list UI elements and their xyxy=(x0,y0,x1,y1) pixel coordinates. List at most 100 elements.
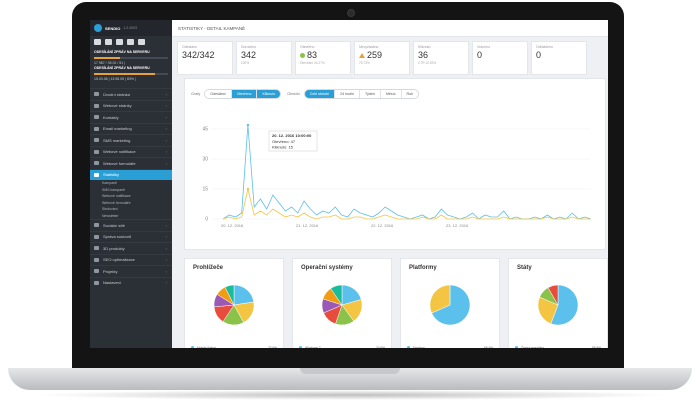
pie-chart[interactable] xyxy=(320,283,364,327)
sidebar-item[interactable]: Nastavení › xyxy=(90,276,172,289)
status-line: ODESÍLÁNÍ ZPRÁV NA SERVERU xyxy=(94,50,150,54)
legend-label-wrap: Česká republika xyxy=(515,345,544,349)
pie-chart[interactable] xyxy=(536,283,580,327)
sidebar-item[interactable]: Úvodní stránka › xyxy=(90,88,172,100)
chevron-right-icon: › xyxy=(165,91,167,97)
stats-row: Odesláno 342/342 Doručeno 342 100% Otevřeno 83… xyxy=(172,37,608,75)
pie-chart[interactable] xyxy=(428,283,472,327)
pie-chart[interactable] xyxy=(212,283,256,327)
stat-label: Kliknuto xyxy=(418,45,431,49)
sidebar-header: SENDIO 1.2.4003 xyxy=(90,20,172,36)
pie-title: Prohlížeče xyxy=(193,265,224,271)
status-line: ODESÍLÁNÍ ZPRÁV NA SERVERU xyxy=(94,66,150,70)
sidebar-item-label: SEO optimalizace xyxy=(103,257,135,263)
legend-label-wrap: Mobile Safari xyxy=(191,345,216,348)
pie-title: Operační systémy xyxy=(301,265,353,271)
sidebar-item[interactable]: Webové notifikace › xyxy=(90,145,172,158)
series-point[interactable] xyxy=(246,123,250,127)
sidebar-item-label: Sociální sítě xyxy=(103,222,125,228)
pie-title: Státy xyxy=(517,265,532,271)
sidebar-item[interactable]: Email marketing › xyxy=(90,122,172,135)
menu-icon xyxy=(94,92,99,97)
chevron-right-icon: › xyxy=(165,126,167,132)
chevron-right-icon: › xyxy=(165,160,167,166)
page-title: STATISTIKY - DETAIL KAMPANĚ xyxy=(178,25,246,31)
document-icon[interactable] xyxy=(105,39,112,45)
toggle-button[interactable]: Rok xyxy=(401,90,418,98)
sidebar-toolbar xyxy=(90,36,172,48)
toggle-button[interactable]: Kliknuto xyxy=(257,90,281,98)
menu-icon xyxy=(94,280,99,285)
campaign-line-chart[interactable]: 45 30 15 0 20. 12. 2016 21. 12. 2016 22. 12. 2… xyxy=(191,101,601,246)
sidebar-item[interactable]: Správa souborů › xyxy=(90,230,172,243)
chevron-right-icon: › xyxy=(165,245,167,251)
calendar-icon[interactable] xyxy=(94,39,101,45)
stat-sub: 100% xyxy=(241,61,250,65)
toggle-button[interactable]: Týden xyxy=(359,90,381,98)
chevron-right-icon: › xyxy=(165,268,167,274)
tooltip-date: 20. 12. 2016 10:00:00 xyxy=(272,133,312,138)
stat-number: 259 xyxy=(367,50,383,60)
period-toggle-group: Celé období 24 hodin Týden Měsíc Rok xyxy=(303,89,419,99)
sidebar-item[interactable]: SMS marketing › xyxy=(90,134,172,146)
y-tick-label: 45 xyxy=(202,127,208,133)
pie-slice[interactable] xyxy=(233,284,255,306)
legend-label: Česká republika xyxy=(521,345,544,349)
series-point[interactable] xyxy=(246,187,250,191)
status-progress xyxy=(94,57,168,59)
sidebar: SENDIO 1.2.4003 ODESÍLÁNÍ ZPRÁV NA SERVE… xyxy=(90,20,172,348)
warning-triangle-icon xyxy=(359,53,365,59)
chevron-right-icon: › xyxy=(165,114,167,120)
chat-icon[interactable] xyxy=(127,39,134,45)
sidebar-menu: Úvodní stránka › Webové stránky › Kontakty › E… xyxy=(90,88,172,288)
sidebar-item-label: Statistiky xyxy=(103,172,120,178)
toggle-button[interactable]: Odesláno xyxy=(205,90,232,98)
chevron-right-icon: › xyxy=(165,137,167,143)
stat-number: 342 xyxy=(241,50,257,60)
stat-card: Kliknuto 36 CTR 10.53% xyxy=(413,41,469,75)
toggle-button[interactable]: Otevřeno xyxy=(231,90,258,98)
stat-value: 342/342 xyxy=(182,50,228,60)
legend-label-wrap: Windows 7 xyxy=(299,345,321,348)
stat-number: 0 xyxy=(536,50,542,60)
sidebar-item[interactable]: Projekty › xyxy=(90,265,172,277)
sidebar-item[interactable]: Statistiky › xyxy=(90,168,172,180)
toggle-button[interactable]: Měsíc xyxy=(380,90,402,98)
sidebar-item[interactable]: Kontakty › xyxy=(90,111,172,123)
sidebar-item-label: Kontakty xyxy=(103,114,119,120)
opened-dot-icon xyxy=(300,53,305,59)
sidebar-item-label: Úvodní stránka xyxy=(103,91,130,97)
toggle-button[interactable]: 24 hodin xyxy=(335,90,360,98)
tooltip-clicked: Kliknuto: 15 xyxy=(272,145,294,150)
app-version: 1.2.4003 xyxy=(123,26,137,30)
stat-card: Odhlášeno 0 xyxy=(531,41,587,75)
sidebar-item-label: Email marketing xyxy=(103,126,132,132)
legend-swatch xyxy=(299,345,302,348)
brand-logo-icon[interactable] xyxy=(94,24,102,32)
toggle-button[interactable]: Celé období xyxy=(304,90,336,98)
menu-icon xyxy=(94,223,99,228)
sending-status: ODESÍLÁNÍ ZPRÁV NA SERVERU 17 987 / 35 0… xyxy=(90,48,172,84)
sidebar-item[interactable]: Sociální sítě › xyxy=(90,219,172,231)
series-line[interactable] xyxy=(222,188,591,220)
stat-number: 0 xyxy=(477,50,483,60)
search-user-icon[interactable] xyxy=(138,39,145,45)
mail-icon[interactable] xyxy=(116,39,123,45)
legend-row: Mobile Safari 22.6% xyxy=(191,345,277,348)
legend-label: Desktop xyxy=(413,345,425,349)
sidebar-item-label: Webové notifikace xyxy=(103,149,136,155)
pie-title: Platformy xyxy=(409,265,437,271)
sidebar-item[interactable]: SEO optimalizace › xyxy=(90,253,172,266)
menu-icon xyxy=(94,115,99,120)
chart-card: Grafy Odesláno Otevřeno Kliknuto Období Ce… xyxy=(184,78,606,250)
menu-icon xyxy=(94,172,99,177)
legend-row: Windows 7 20.6% xyxy=(299,345,385,348)
sidebar-item[interactable]: Webové formuláře › xyxy=(90,157,172,169)
sidebar-item[interactable]: 3D produkty › xyxy=(90,242,172,254)
laptop-notch xyxy=(300,368,400,374)
stat-label: Doručeno xyxy=(241,45,257,49)
menu-icon xyxy=(94,149,99,154)
pie-card: ProhlížečeMobile Safari22.6%Microsoft Ou… xyxy=(184,258,284,348)
sidebar-item[interactable]: Webové stránky › xyxy=(90,99,172,112)
page-title-bar: STATISTIKY - DETAIL KAMPANĚ xyxy=(172,20,608,37)
